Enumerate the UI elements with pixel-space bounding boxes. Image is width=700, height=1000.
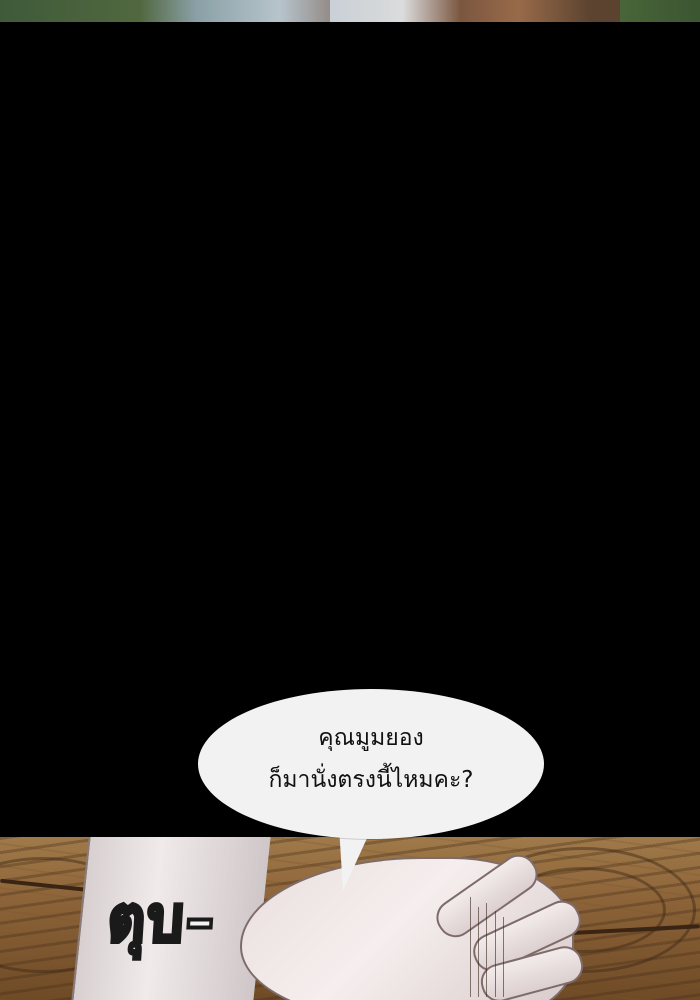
character-hair-detail [330,0,620,22]
liquid-drip [486,903,487,997]
liquid-drip [495,911,496,997]
speech-line-2: ก็มานั่งตรงนี้ไหมคะ? [268,767,474,793]
liquid-drip [503,917,504,997]
top-panel-image [0,0,700,22]
speech-bubble-text: คุณมูมยอง ก็มานั่งตรงนี้ไหมคะ? [198,717,544,801]
liquid-drip [470,897,471,997]
sound-effect-text: ตุบ– [104,881,221,959]
speech-line-1: คุณมูมยอง [318,725,424,751]
liquid-drip [478,907,479,997]
